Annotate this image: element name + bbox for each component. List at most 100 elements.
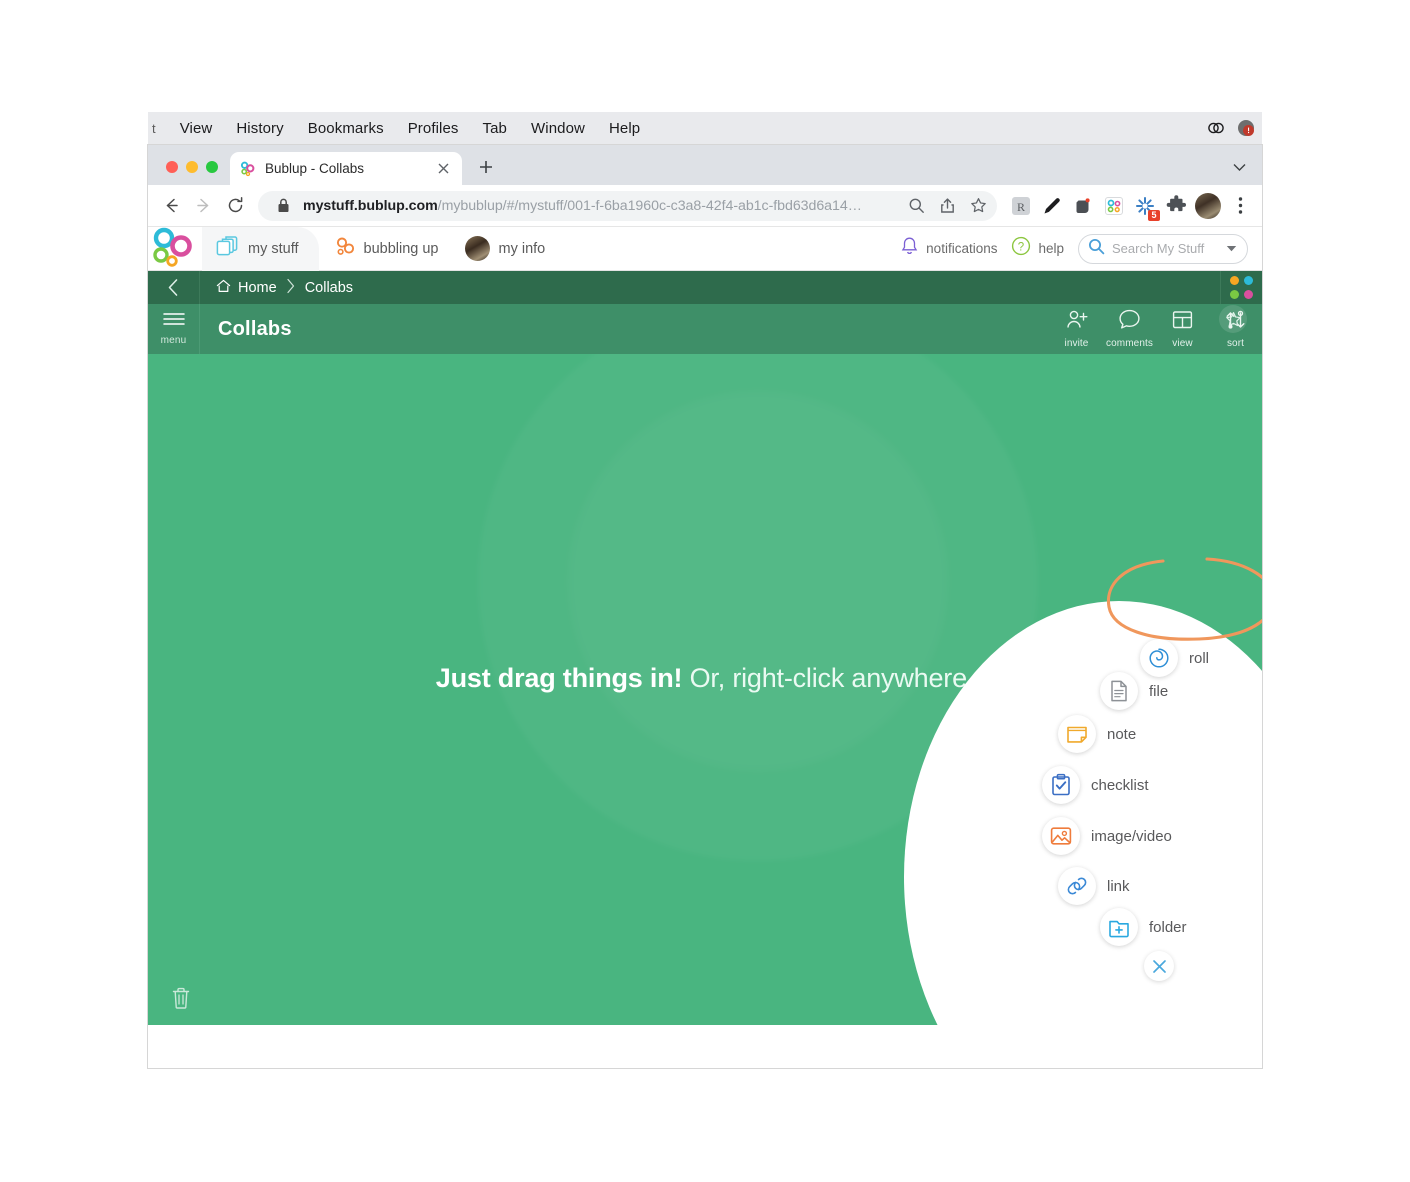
url-path: /mybublup/#/mystuff/001-f-6ba1960c-c3a8-… xyxy=(437,197,862,214)
alert-badge-icon[interactable] xyxy=(1236,118,1256,138)
empty-message-bold: Just drag things in! xyxy=(435,663,683,693)
lock-icon[interactable] xyxy=(272,195,294,217)
comments-button[interactable]: comments xyxy=(1103,304,1156,354)
breadcrumb-label-home: Home xyxy=(238,279,277,296)
invite-button[interactable]: invite xyxy=(1050,304,1103,354)
grid-dot-cyan xyxy=(1244,276,1253,285)
notifications-label: notifications xyxy=(926,241,998,256)
os-menu-bar: t View History Bookmarks Profiles Tab Wi… xyxy=(148,112,1262,145)
trash-icon[interactable] xyxy=(166,983,196,1013)
os-menu-tab[interactable]: Tab xyxy=(471,120,520,137)
menu-caption: menu xyxy=(160,335,187,346)
notifications-button[interactable]: notifications xyxy=(900,236,997,261)
window-close-button[interactable] xyxy=(166,161,178,173)
reload-icon[interactable] xyxy=(220,191,250,221)
empty-message-light: Or, right-click anywhere. xyxy=(689,663,975,693)
clipboard-check-icon xyxy=(1042,766,1080,804)
chain-link-icon xyxy=(1058,867,1096,905)
layout-grid-icon xyxy=(1172,310,1193,335)
folders-icon xyxy=(216,235,240,262)
add-menu-label-image-video: image/video xyxy=(1091,827,1172,845)
grid-dot-magenta xyxy=(1244,290,1253,299)
os-menu-history[interactable]: History xyxy=(224,120,295,137)
extension-badge-count: 5 xyxy=(1148,209,1160,221)
search-zoom-icon[interactable] xyxy=(905,195,927,217)
folder-toolbar: menu Collabs invite comments view sort xyxy=(148,304,1262,354)
breadcrumb: Home Collabs xyxy=(200,278,353,298)
menu-button[interactable]: menu xyxy=(148,304,200,354)
nav-bubbling-up[interactable]: bubbling up xyxy=(319,236,455,262)
window-minimize-button[interactable] xyxy=(186,161,198,173)
breadcrumb-separator xyxy=(286,278,296,298)
puzzle-extensions-icon[interactable] xyxy=(1162,192,1190,220)
nav-my-stuff[interactable]: my stuff xyxy=(202,226,319,271)
os-menu-window[interactable]: Window xyxy=(519,120,597,137)
profile-avatar[interactable] xyxy=(1195,192,1221,219)
os-menu-view[interactable]: View xyxy=(168,120,225,137)
svg-text:R: R xyxy=(1017,200,1025,214)
user-avatar xyxy=(464,236,490,261)
breadcrumb-item-home[interactable]: Home xyxy=(216,279,277,297)
nav-label-my-info: my info xyxy=(498,240,546,257)
chevron-left-icon[interactable] xyxy=(148,271,200,304)
close-icon[interactable] xyxy=(435,160,452,177)
add-menu-item-link[interactable]: link xyxy=(1058,867,1130,905)
grid-dot-orange xyxy=(1230,276,1239,285)
share-icon[interactable] xyxy=(936,195,958,217)
question-circle-icon: ? xyxy=(1011,236,1031,261)
speech-bubble-icon xyxy=(1118,309,1141,335)
add-menu-label-link: link xyxy=(1107,877,1130,895)
grid-view-dots-button[interactable] xyxy=(1220,271,1262,304)
browser-tab-title: Bublup - Collabs xyxy=(265,161,365,176)
star-outline-icon[interactable] xyxy=(967,195,989,217)
view-label: view xyxy=(1172,337,1193,349)
nav-my-info[interactable]: my info xyxy=(455,236,556,261)
add-menu-item-checklist[interactable]: checklist xyxy=(1042,766,1149,804)
pen-edit-extension-icon[interactable] xyxy=(1038,192,1066,220)
back-arrow-icon[interactable] xyxy=(156,191,186,221)
svg-text:?: ? xyxy=(1018,241,1024,253)
background-watermark-inner xyxy=(568,391,948,771)
bell-icon xyxy=(900,236,919,261)
folder-canvas[interactable]: Home Collabs menu Collabs invite comment… xyxy=(148,271,1262,1031)
chevron-down-icon[interactable] xyxy=(1233,159,1246,177)
add-menu-item-file[interactable]: file xyxy=(1100,672,1168,710)
app-header-right: notifications ? help xyxy=(900,233,1262,264)
os-menu-bookmarks[interactable]: Bookmarks xyxy=(296,120,396,137)
bublup-extension-icon[interactable] xyxy=(1100,192,1128,220)
evernote-extension-icon[interactable] xyxy=(1069,192,1097,220)
bublup-logo[interactable] xyxy=(148,227,204,271)
add-menu-item-note[interactable]: note xyxy=(1058,715,1136,753)
add-menu-label-note: note xyxy=(1107,725,1137,743)
add-menu-item-folder[interactable]: folder xyxy=(1100,908,1187,946)
folder-plus-icon xyxy=(1100,908,1138,946)
add-menu-label-checklist: checklist xyxy=(1091,776,1149,794)
caret-down-icon[interactable] xyxy=(1226,240,1237,258)
add-menu-item-image-video[interactable]: image/video xyxy=(1042,817,1172,855)
search-icon xyxy=(1088,238,1105,260)
browser-address-bar: mystuff.bublup.com/mybublup/#/mystuff/00… xyxy=(148,185,1262,227)
os-status-area xyxy=(1206,118,1262,138)
bubbles-icon xyxy=(335,236,356,262)
url-bar[interactable]: mystuff.bublup.com/mybublup/#/mystuff/00… xyxy=(258,190,997,221)
browser-tab-strip: Bublup - Collabs xyxy=(148,145,1262,185)
favorite-star-button[interactable] xyxy=(1219,305,1247,333)
breadcrumb-label-collabs: Collabs xyxy=(304,279,354,296)
os-menu-help[interactable]: Help xyxy=(597,120,652,137)
window-zoom-button[interactable] xyxy=(206,161,218,173)
browser-tab[interactable]: Bublup - Collabs xyxy=(230,152,462,185)
grid-dot-green xyxy=(1230,290,1239,299)
asterisk-extension-icon[interactable]: 5 xyxy=(1131,192,1160,221)
breadcrumb-item-collabs[interactable]: Collabs xyxy=(305,280,353,296)
os-menu-profiles[interactable]: Profiles xyxy=(396,120,471,137)
help-button[interactable]: ? help xyxy=(1011,236,1064,261)
new-tab-button[interactable] xyxy=(472,153,500,181)
kebab-menu-icon[interactable] xyxy=(1226,192,1254,220)
view-button[interactable]: view xyxy=(1156,304,1209,354)
forward-arrow-icon[interactable] xyxy=(188,191,218,221)
search-input[interactable] xyxy=(1112,241,1219,256)
creative-cloud-icon[interactable] xyxy=(1206,118,1226,138)
search-my-stuff-box[interactable] xyxy=(1078,233,1248,264)
readability-extension-icon[interactable]: R xyxy=(1007,192,1035,220)
close-add-menu-button[interactable] xyxy=(1144,951,1174,981)
